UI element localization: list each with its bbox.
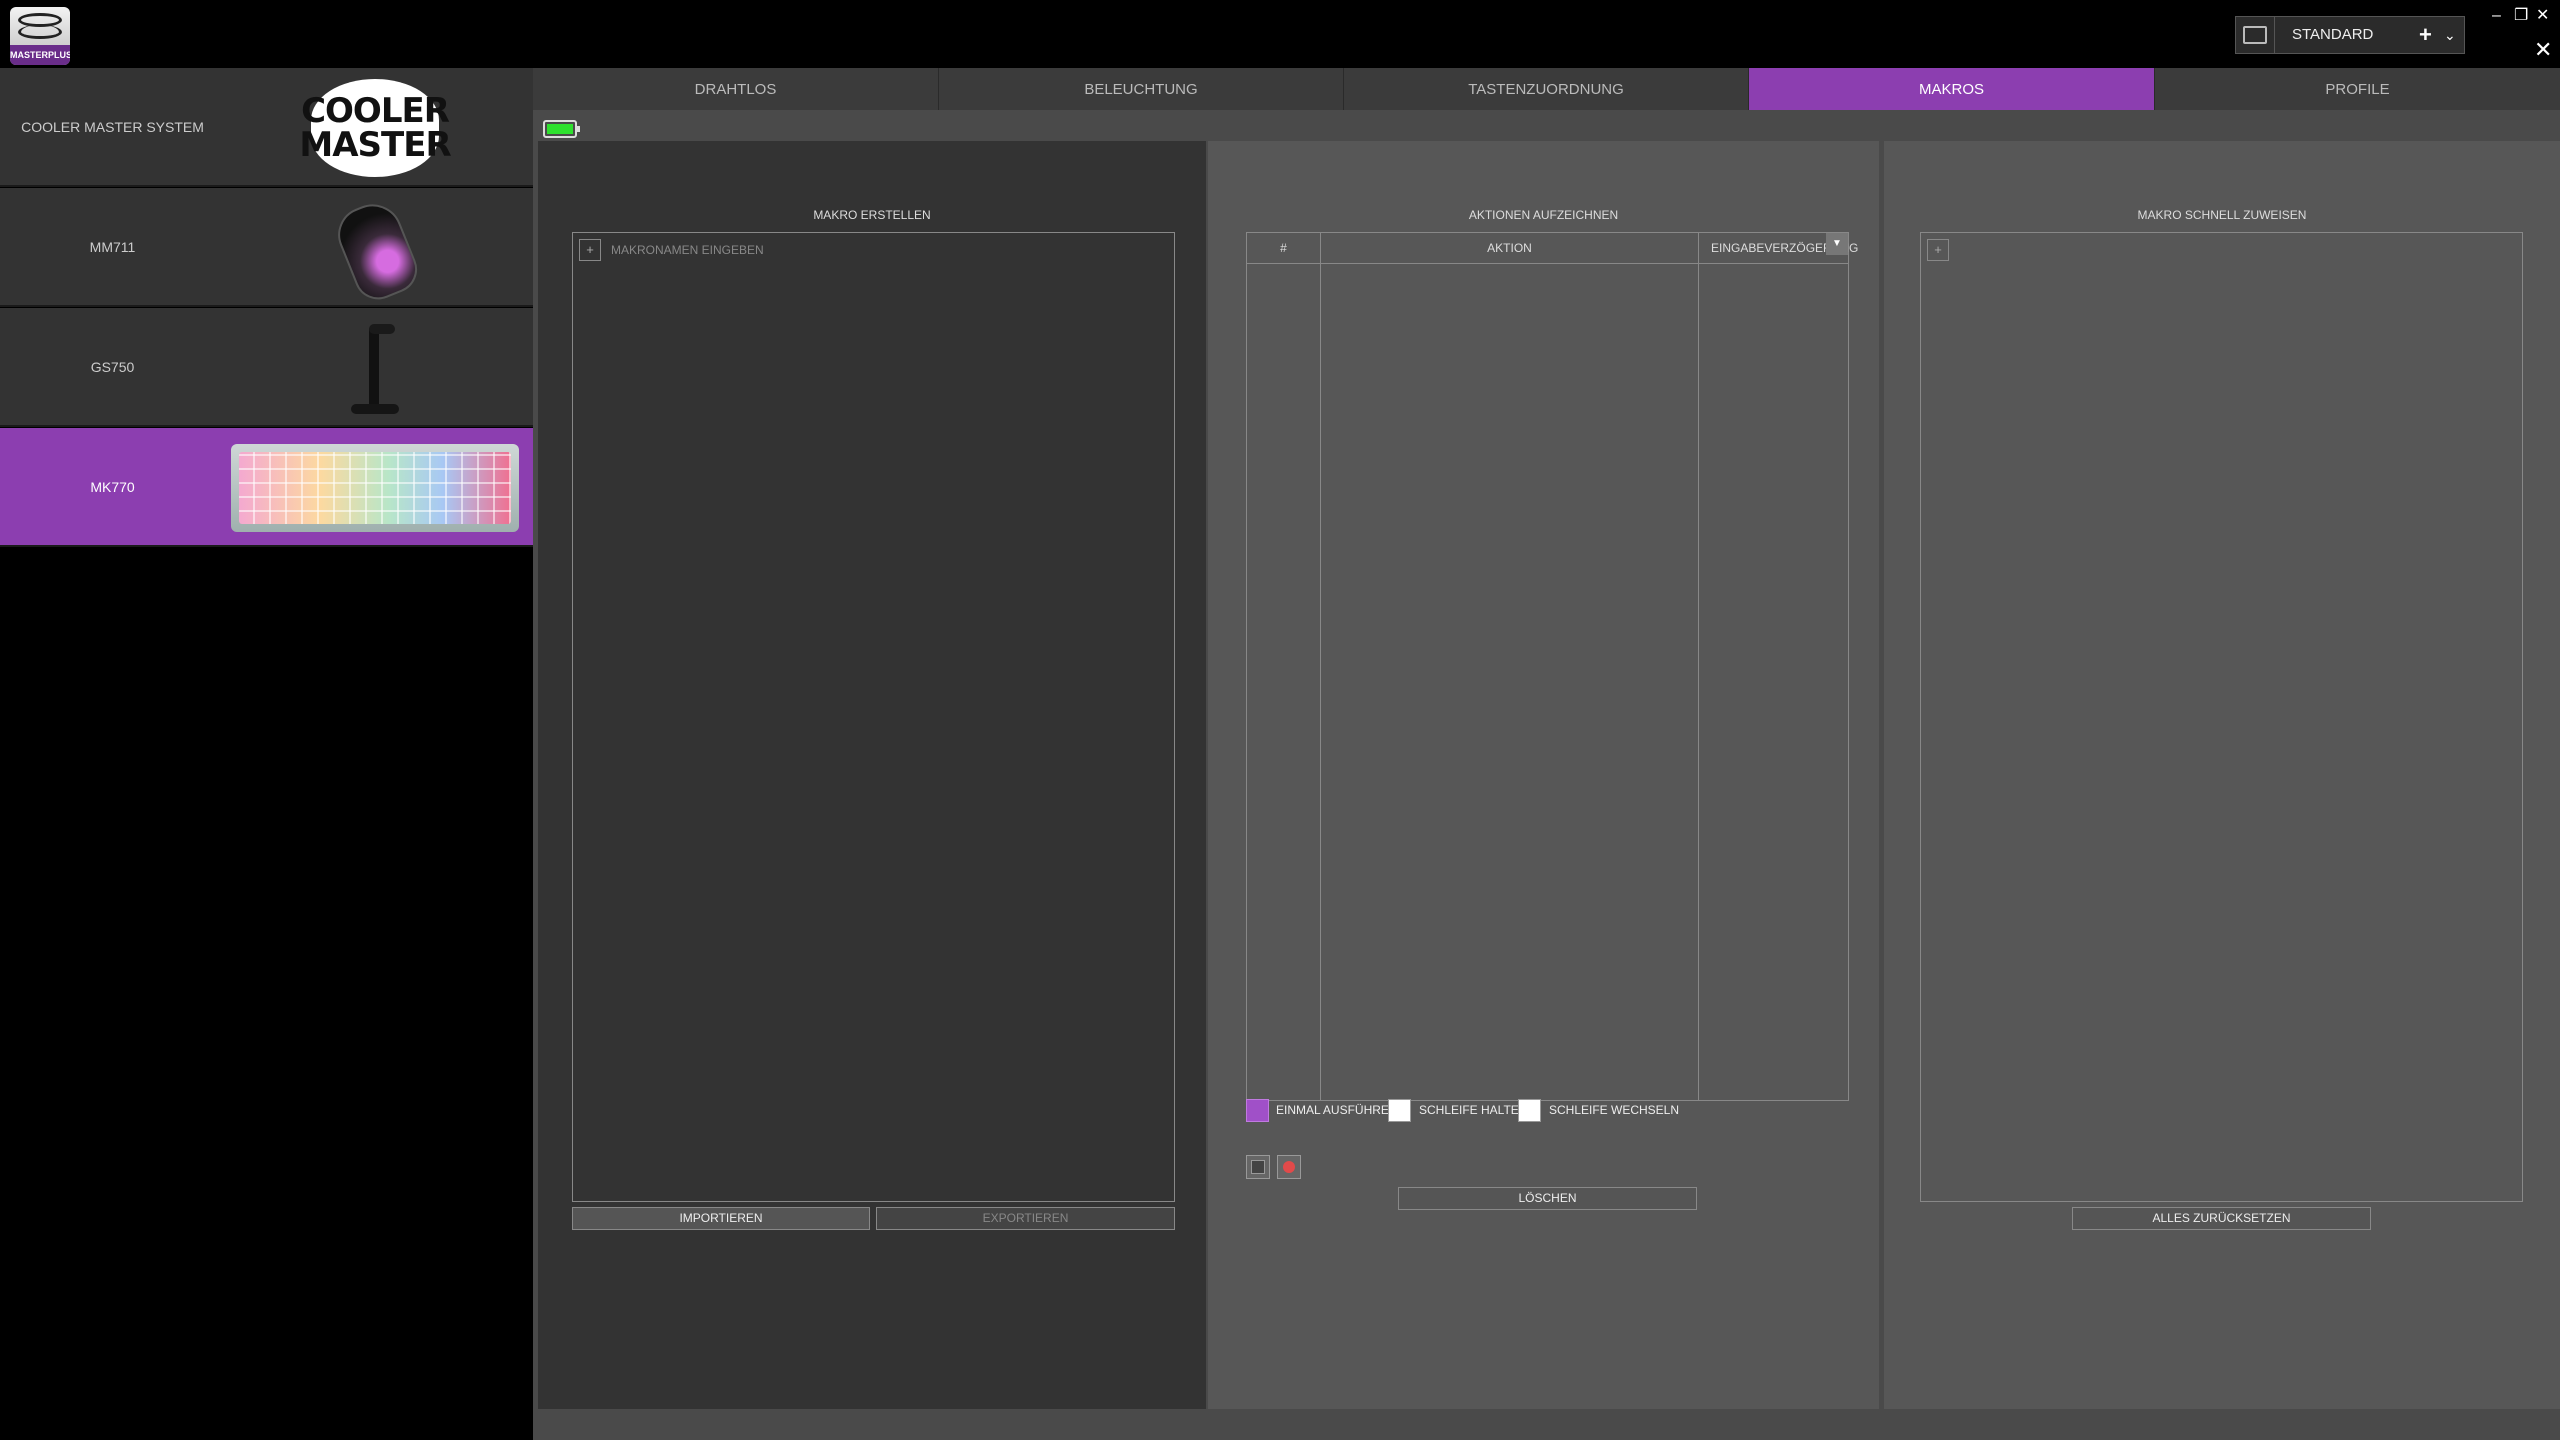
column-header-delay[interactable]: EINGABEVERZÖGERUNG ▼: [1699, 233, 1858, 264]
quick-assign-panel: MAKRO SCHNELL ZUWEISEN + ALLES ZURÜCKSET…: [1884, 141, 2560, 1409]
profile-selector[interactable]: STANDARD + ⌄: [2235, 16, 2465, 54]
add-macro-icon[interactable]: +: [579, 239, 601, 261]
keyboard-image: [230, 434, 520, 541]
device-item-mm711[interactable]: MM711: [0, 188, 533, 307]
cooler-master-logo: COOLER MASTER: [230, 74, 520, 181]
tools-icon[interactable]: ✕: [2534, 38, 2552, 62]
create-macro-title: MAKRO ERSTELLEN: [813, 208, 931, 222]
loop-hold-checkbox[interactable]: [1388, 1099, 1411, 1122]
column-header-number: #: [1247, 233, 1321, 264]
brand-label: MASTERPLUS+: [10, 45, 70, 65]
run-once-label: EINMAL AUSFÜHREN: [1276, 1103, 1398, 1117]
profile-name: STANDARD: [2292, 26, 2374, 43]
tab-tastenzuordnung[interactable]: TASTENZUORDNUNG: [1344, 68, 1749, 110]
delay-dropdown-icon[interactable]: ▼: [1826, 233, 1848, 255]
title-bar: MASTERPLUS+ STANDARD + ⌄ – ❐ ✕ ✕: [0, 0, 2560, 68]
profile-image-icon[interactable]: [2236, 17, 2275, 53]
device-item-cooler-master-system[interactable]: COOLER MASTER SYSTEM COOLER MASTER: [0, 68, 533, 187]
battery-icon: [543, 120, 580, 138]
tab-makros[interactable]: MAKROS: [1749, 68, 2155, 110]
mouse-image: [230, 194, 520, 307]
quick-assign-title: MAKRO SCHNELL ZUWEISEN: [2137, 208, 2307, 222]
actions-table[interactable]: # AKTION EINGABEVERZÖGERUNG ▼: [1246, 232, 1858, 1101]
delete-button[interactable]: LÖSCHEN: [1398, 1187, 1697, 1210]
loop-toggle-label: SCHLEIFE WECHSELN: [1549, 1103, 1680, 1117]
macro-list[interactable]: + MAKRONAMEN EINGEBEN: [572, 232, 1175, 1202]
chevron-down-icon[interactable]: ⌄: [2444, 17, 2456, 53]
quick-assign-list[interactable]: +: [1920, 232, 2523, 1202]
device-label: COOLER MASTER SYSTEM: [21, 118, 204, 135]
import-button[interactable]: IMPORTIEREN: [572, 1207, 870, 1230]
tab-bar: DRAHTLOS BELEUCHTUNG TASTENZUORDNUNG MAK…: [533, 68, 2560, 110]
record-icon[interactable]: [1277, 1155, 1301, 1179]
loop-hold-label: SCHLEIFE HALTEN: [1419, 1103, 1528, 1117]
device-item-gs750[interactable]: GS750: [0, 308, 533, 427]
minimize-icon[interactable]: –: [2492, 6, 2501, 26]
export-button[interactable]: EXPORTIEREN: [876, 1207, 1175, 1230]
add-assignment-icon[interactable]: +: [1927, 239, 1949, 261]
column-header-action: AKTION: [1321, 233, 1699, 264]
macro-name-input[interactable]: MAKRONAMEN EINGEBEN: [611, 243, 764, 257]
close-icon[interactable]: ✕: [2536, 6, 2549, 26]
tab-beleuchtung[interactable]: BELEUCHTUNG: [939, 68, 1344, 110]
record-actions-title: AKTIONEN AUFZEICHNEN: [1468, 208, 1619, 222]
masterplus-logo: MASTERPLUS+: [10, 7, 70, 65]
run-once-checkbox[interactable]: [1246, 1099, 1269, 1122]
device-label: MK770: [90, 478, 135, 495]
device-sidebar: COOLER MASTER SYSTEM COOLER MASTER MM711…: [0, 68, 533, 1440]
create-macro-panel: MAKRO ERSTELLEN + MAKRONAMEN EINGEBEN IM…: [538, 141, 1206, 1409]
restore-icon[interactable]: ❐: [2514, 6, 2528, 26]
loop-toggle-checkbox[interactable]: [1518, 1099, 1541, 1122]
device-label: GS750: [90, 358, 135, 375]
headset-stand-image: [230, 314, 520, 421]
reset-all-button[interactable]: ALLES ZURÜCKSETZEN: [2072, 1207, 2371, 1230]
stop-icon[interactable]: [1246, 1155, 1270, 1179]
record-actions-panel: AKTIONEN AUFZEICHNEN # AKTION EINGABEVER…: [1208, 141, 1879, 1409]
device-item-mk770[interactable]: MK770: [0, 428, 533, 547]
add-profile-icon[interactable]: +: [2419, 17, 2432, 53]
tab-drahtlos[interactable]: DRAHTLOS: [533, 68, 939, 110]
device-label: MM711: [89, 238, 136, 255]
tab-profile[interactable]: PROFILE: [2155, 68, 2560, 110]
